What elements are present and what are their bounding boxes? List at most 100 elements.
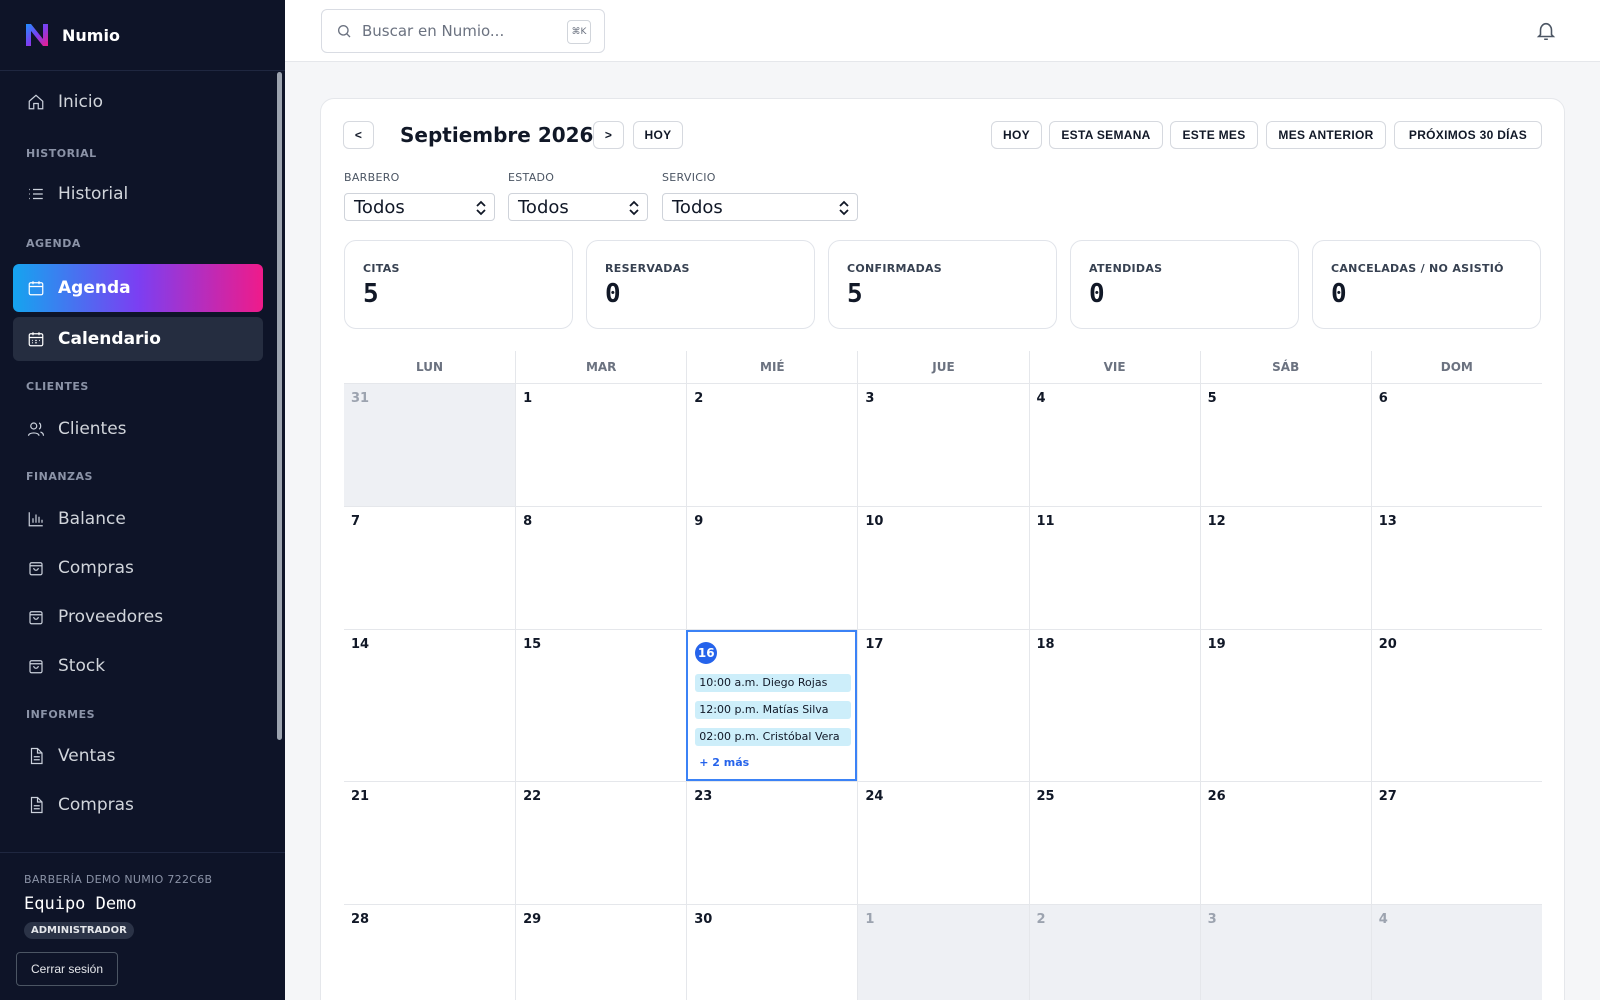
sidebar-item-proveedores[interactable]: Proveedores — [13, 595, 263, 639]
day-cell[interactable]: 25 — [1028, 782, 1200, 904]
stat-label: CANCELADAS / NO ASISTIÓ — [1331, 262, 1504, 275]
filter-label-estado: ESTADO — [508, 171, 555, 184]
sidebar: Numio Inicio HISTORIAL Historial AGENDA … — [0, 0, 285, 1000]
day-cell[interactable]: 15 — [515, 630, 687, 781]
day-cell-today[interactable]: 16 10:00 a.m. Diego Rojas 12:00 p.m. Mat… — [686, 630, 858, 781]
day-number: 24 — [865, 789, 884, 804]
sidebar-item-label: Compras — [58, 558, 134, 578]
day-cell[interactable]: 9 — [686, 507, 858, 629]
select-value: Todos — [518, 196, 569, 218]
bar-chart-icon — [27, 510, 45, 528]
day-cell[interactable]: 1 — [515, 384, 687, 506]
day-cell[interactable]: 31 — [344, 384, 516, 506]
sidebar-item-label: Calendario — [58, 329, 161, 349]
sidebar-item-compras[interactable]: Compras — [13, 546, 263, 590]
estado-select[interactable]: Todos — [508, 193, 648, 221]
sidebar-item-informes-compras[interactable]: Compras — [13, 783, 263, 827]
quick-filter-proximos-30-dias[interactable]: PRÓXIMOS 30 DÍAS — [1394, 121, 1542, 149]
calendar-card: < Septiembre 2026 > HOY HOY ESTA SEMANA … — [320, 98, 1565, 1000]
day-cell[interactable]: 14 — [344, 630, 516, 781]
day-cell[interactable]: 17 — [857, 630, 1029, 781]
notifications-bell-icon[interactable] — [1535, 20, 1557, 42]
day-number: 29 — [523, 912, 542, 927]
stat-reservadas: RESERVADAS 0 — [586, 240, 815, 329]
day-cell[interactable]: 10 — [857, 507, 1029, 629]
sidebar-item-inicio[interactable]: Inicio — [13, 80, 263, 124]
day-cell[interactable]: 13 — [1370, 507, 1542, 629]
sidebar-scrollbar[interactable] — [277, 72, 282, 740]
prev-month-button[interactable]: < — [343, 121, 374, 149]
barbero-select[interactable]: Todos — [344, 193, 495, 221]
day-cell[interactable]: 24 — [857, 782, 1029, 904]
day-cell[interactable]: 11 — [1028, 507, 1200, 629]
brand[interactable]: Numio — [0, 0, 285, 71]
quick-filter-mes-anterior[interactable]: MES ANTERIOR — [1266, 121, 1386, 149]
numio-logo-icon — [26, 24, 48, 46]
quick-filter-esta-semana[interactable]: ESTA SEMANA — [1049, 121, 1163, 149]
day-cell[interactable]: 3 — [857, 384, 1029, 506]
quick-filter-este-mes[interactable]: ESTE MES — [1170, 121, 1258, 149]
sidebar-item-stock[interactable]: Stock — [13, 644, 263, 688]
day-cell[interactable]: 4 — [1370, 905, 1542, 1000]
quick-filter-hoy[interactable]: HOY — [991, 121, 1042, 149]
day-cell[interactable]: 26 — [1199, 782, 1371, 904]
select-value: Todos — [672, 196, 723, 218]
day-cell[interactable]: 5 — [1199, 384, 1371, 506]
keyboard-shortcut: ⌘K — [567, 20, 591, 44]
appointment-event[interactable]: 10:00 a.m. Diego Rojas — [695, 674, 852, 692]
logout-button[interactable]: Cerrar sesión — [16, 952, 118, 986]
day-cell[interactable]: 18 — [1028, 630, 1200, 781]
calendar-week: 31 1 2 3 4 5 6 — [344, 383, 1542, 506]
day-cell[interactable]: 6 — [1370, 384, 1542, 506]
day-number: 18 — [1036, 637, 1055, 652]
day-cell[interactable]: 8 — [515, 507, 687, 629]
stat-canceladas: CANCELADAS / NO ASISTIÓ 0 — [1312, 240, 1541, 329]
day-cell[interactable]: 1 — [857, 905, 1029, 1000]
today-button[interactable]: HOY — [633, 121, 683, 149]
day-cell[interactable]: 7 — [344, 507, 516, 629]
day-number: 15 — [523, 637, 542, 652]
next-month-button[interactable]: > — [593, 121, 624, 149]
day-cell[interactable]: 19 — [1199, 630, 1371, 781]
stat-value: 0 — [605, 279, 621, 309]
day-cell[interactable]: 29 — [515, 905, 687, 1000]
appointment-event[interactable]: 02:00 p.m. Cristóbal Vera — [695, 728, 852, 746]
more-events-link[interactable]: + 2 más — [699, 756, 749, 769]
day-cell[interactable]: 21 — [344, 782, 516, 904]
sidebar-item-label: Balance — [58, 509, 126, 529]
select-value: Todos — [354, 196, 405, 218]
stat-value: 0 — [1331, 279, 1347, 309]
chevron-updown-icon — [474, 198, 488, 218]
stat-value: 5 — [847, 279, 863, 309]
appointment-event[interactable]: 12:00 p.m. Matías Silva — [695, 701, 852, 719]
day-cell[interactable]: 3 — [1199, 905, 1371, 1000]
day-number: 5 — [1207, 391, 1217, 406]
day-cell[interactable]: 4 — [1028, 384, 1200, 506]
sidebar-item-balance[interactable]: Balance — [13, 497, 263, 541]
sidebar-item-clientes[interactable]: Clientes — [13, 407, 263, 451]
stat-label: CONFIRMADAS — [847, 262, 943, 275]
sidebar-item-calendario[interactable]: Calendario — [13, 317, 263, 361]
topbar: Buscar en Numio... ⌘K — [285, 0, 1600, 62]
users-icon — [27, 420, 45, 438]
sidebar-item-ventas[interactable]: Ventas — [13, 734, 263, 778]
sidebar-item-historial[interactable]: Historial — [13, 172, 263, 216]
day-cell[interactable]: 27 — [1370, 782, 1542, 904]
calendar-week: 14 15 16 10:00 a.m. Diego Rojas 12:00 p.… — [344, 629, 1542, 781]
day-cell[interactable]: 2 — [686, 384, 858, 506]
day-cell[interactable]: 30 — [686, 905, 858, 1000]
day-number: 1 — [865, 912, 875, 927]
day-cell[interactable]: 12 — [1199, 507, 1371, 629]
day-number: 4 — [1378, 912, 1388, 927]
day-cell[interactable]: 20 — [1370, 630, 1542, 781]
servicio-select[interactable]: Todos — [662, 193, 858, 221]
search-input[interactable]: Buscar en Numio... ⌘K — [321, 9, 605, 53]
day-number: 2 — [694, 391, 704, 406]
day-number: 8 — [523, 514, 533, 529]
sidebar-item-agenda[interactable]: Agenda — [13, 264, 263, 312]
shopping-bag-icon — [27, 657, 45, 675]
day-cell[interactable]: 23 — [686, 782, 858, 904]
day-cell[interactable]: 2 — [1028, 905, 1200, 1000]
day-cell[interactable]: 22 — [515, 782, 687, 904]
day-cell[interactable]: 28 — [344, 905, 516, 1000]
